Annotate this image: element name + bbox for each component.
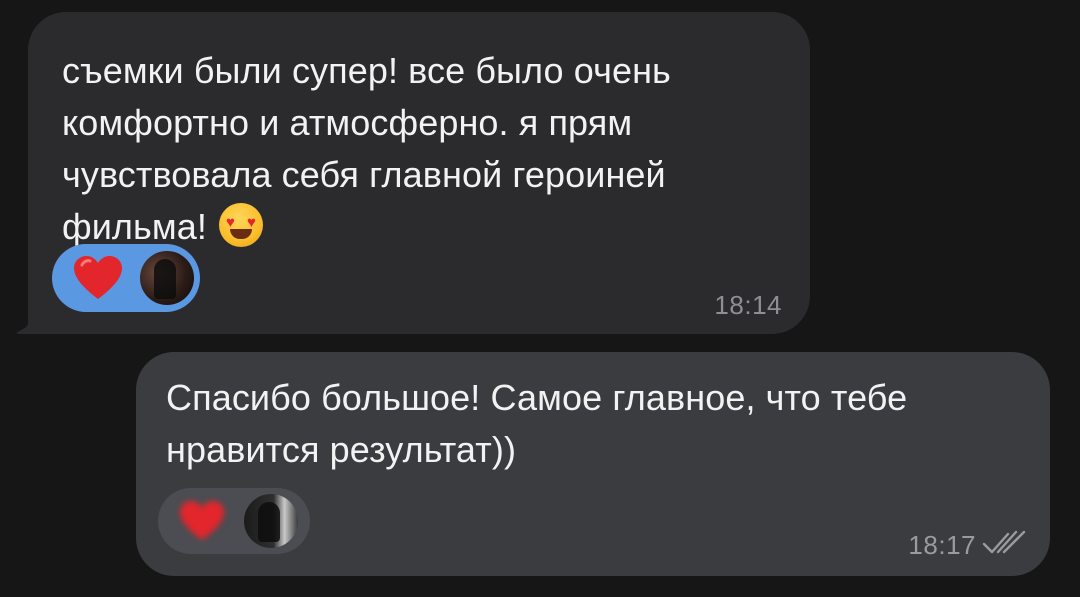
incoming-message-text: съемки были супер! все было очень комфор… <box>62 45 792 253</box>
reaction-heart-outgoing[interactable] <box>158 488 310 554</box>
double-check-icon <box>982 528 1028 558</box>
incoming-message-body: съемки были супер! все было очень комфор… <box>62 50 671 247</box>
outgoing-message-time: 18:17 <box>908 530 976 560</box>
reactor-avatar[interactable] <box>140 251 194 305</box>
incoming-message-bubble[interactable]: съемки были супер! все было очень комфор… <box>28 12 810 334</box>
incoming-message-time: 18:14 <box>714 290 782 320</box>
red-heart-icon <box>176 498 228 544</box>
red-heart-icon <box>72 255 124 301</box>
reactor-avatar[interactable] <box>244 494 298 548</box>
outgoing-message-bubble[interactable]: Спасибо большое! Самое главное, что тебе… <box>136 352 1050 576</box>
reaction-heart-incoming[interactable] <box>52 244 200 312</box>
heart-eyes-emoji-icon: ♥ ♥ <box>218 203 263 247</box>
outgoing-message-text: Спасибо большое! Самое главное, что тебе… <box>166 377 908 470</box>
chat-view: съемки были супер! все было очень комфор… <box>0 0 1080 597</box>
